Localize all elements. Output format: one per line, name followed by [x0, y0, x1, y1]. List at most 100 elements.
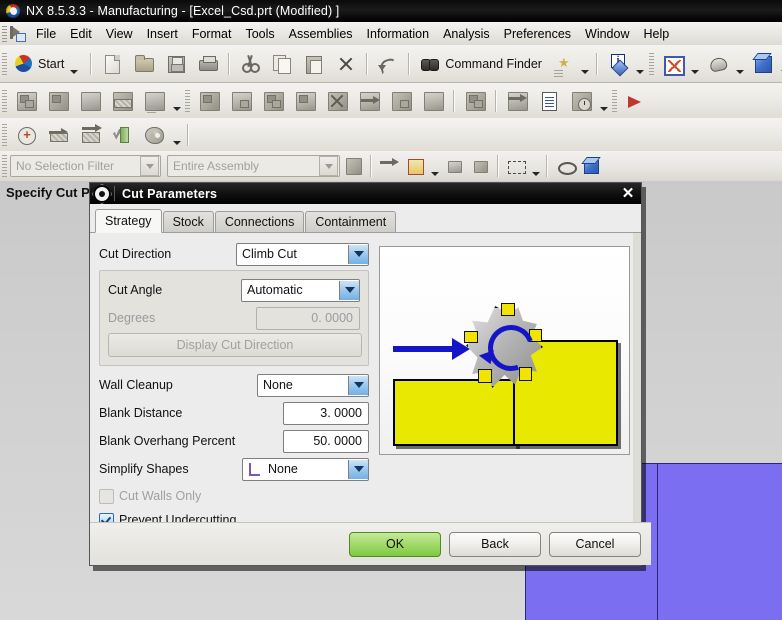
create-operation-icon[interactable] [139, 86, 169, 115]
fit-view-icon[interactable] [658, 49, 688, 78]
list-toolpath-icon[interactable] [290, 86, 320, 115]
tab-stock[interactable]: Stock [162, 211, 214, 232]
shaded-body-icon[interactable] [579, 153, 603, 179]
toolbar-grip[interactable] [2, 89, 7, 112]
snap-edge-icon[interactable] [468, 153, 492, 179]
command-finder-button[interactable]: Command Finder [414, 48, 547, 79]
fit-chevron-down-icon[interactable] [690, 50, 701, 78]
cut-region-icon[interactable] [418, 86, 448, 115]
create-geometry-icon[interactable] [75, 86, 105, 115]
simplify-shapes-dropdown[interactable]: None [242, 457, 369, 481]
create-method-icon[interactable] [107, 86, 137, 115]
paste-icon[interactable] [299, 49, 329, 78]
simplify-shapes-chevron-down-icon[interactable] [348, 459, 368, 479]
delete-icon[interactable] [331, 49, 361, 78]
post-process-icon[interactable] [621, 86, 651, 115]
toolpath-info-icon[interactable] [386, 86, 416, 115]
close-icon[interactable]: ✕ [615, 183, 641, 204]
menu-item-assemblies[interactable]: Assemblies [282, 24, 360, 44]
rotate-view-icon[interactable] [703, 49, 733, 78]
menu-item-window[interactable]: Window [578, 24, 636, 44]
generate-toolpath-icon[interactable] [194, 86, 224, 115]
selection-scope-chevron-down-icon[interactable] [319, 156, 338, 176]
print-icon[interactable] [193, 49, 223, 78]
toolbar-grip[interactable] [185, 89, 190, 112]
dialog-title-bar[interactable]: Cut Parameters ✕ [90, 183, 641, 204]
menu-item-edit[interactable]: Edit [63, 24, 99, 44]
snap-curve-icon[interactable] [442, 153, 466, 179]
menu-item-insert[interactable]: Insert [140, 24, 185, 44]
selection-filter-chevron-down-icon[interactable] [140, 156, 159, 176]
wall-cleanup-chevron-down-icon[interactable] [348, 375, 368, 395]
simulate-icon[interactable] [566, 86, 596, 115]
rotate-chevron-down-icon[interactable] [735, 50, 746, 78]
toolbar-grip[interactable] [2, 155, 7, 177]
replay-toolpath-icon[interactable] [258, 86, 288, 115]
cut-direction-dropdown[interactable]: Climb Cut [236, 242, 369, 266]
machine-code-icon[interactable] [502, 86, 532, 115]
start-chevron-down-icon[interactable] [68, 50, 79, 78]
cancel-button[interactable]: Cancel [549, 531, 641, 557]
simulate-chevron-down-icon[interactable] [598, 87, 609, 115]
back-button[interactable]: Back [449, 531, 541, 557]
rectangle-select-chevron-down-icon[interactable] [530, 152, 541, 180]
tab-connections[interactable]: Connections [214, 211, 305, 232]
copy-icon[interactable] [267, 49, 297, 78]
menu-item-file[interactable]: File [29, 24, 63, 44]
datum-point-icon[interactable] [11, 120, 41, 149]
toolbar-grip[interactable] [612, 89, 617, 112]
toolbar-grip[interactable] [2, 123, 7, 146]
create-chevron-down-icon[interactable] [171, 87, 182, 115]
selection-filter-dropdown[interactable]: No Selection Filter [10, 155, 161, 177]
blank-overhang-percent-input[interactable]: 50. 0000 [283, 429, 369, 453]
extrude-icon[interactable] [43, 120, 73, 149]
save-icon[interactable] [161, 49, 191, 78]
menu-item-view[interactable]: View [99, 24, 140, 44]
start-menu-button[interactable]: Start [10, 48, 86, 79]
cut-icon[interactable] [235, 49, 265, 78]
palette-chevron-down-icon[interactable] [171, 121, 182, 149]
ok-button[interactable]: OK [349, 531, 441, 557]
verify-toolpath-icon[interactable] [226, 86, 256, 115]
face-select-chevron-down-icon[interactable] [429, 152, 440, 180]
dialog-scrollbar[interactable] [633, 233, 641, 532]
selection-scope-dropdown[interactable]: Entire Assembly [167, 155, 340, 177]
cut-angle-dropdown[interactable]: Automatic [241, 278, 360, 302]
menu-item-analysis[interactable]: Analysis [436, 24, 497, 44]
hide-icon[interactable] [553, 153, 577, 179]
selection-priority-icon[interactable] [341, 153, 365, 179]
palette-icon[interactable] [139, 120, 169, 149]
wall-cleanup-dropdown[interactable]: None [257, 373, 369, 397]
undo-icon[interactable] [373, 49, 403, 78]
toolbar-grip[interactable] [2, 52, 7, 75]
snap-point-icon[interactable] [377, 153, 401, 179]
favorites-star-icon[interactable]: ★ [548, 49, 578, 78]
shaded-view-icon[interactable] [748, 49, 778, 78]
menu-item-help[interactable]: Help [637, 24, 677, 44]
menu-item-preferences[interactable]: Preferences [497, 24, 578, 44]
tab-strategy[interactable]: Strategy [95, 209, 162, 233]
menu-item-information[interactable]: Information [360, 24, 437, 44]
tab-containment[interactable]: Containment [305, 211, 397, 232]
create-program-icon[interactable] [11, 86, 41, 115]
delete-toolpath-icon[interactable] [322, 86, 352, 115]
blank-distance-input[interactable]: 3. 0000 [283, 401, 369, 425]
compare-toolpath-icon[interactable] [460, 86, 490, 115]
face-select-icon[interactable] [403, 153, 427, 179]
menu-item-format[interactable]: Format [185, 24, 239, 44]
blank-icon[interactable] [75, 120, 105, 149]
info-icon[interactable]: i [603, 49, 633, 78]
menu-item-tools[interactable]: Tools [238, 24, 281, 44]
info-chevron-down-icon[interactable] [635, 50, 646, 78]
transform-toolpath-icon[interactable] [354, 86, 384, 115]
shop-documentation-icon[interactable] [534, 86, 564, 115]
rectangle-select-icon[interactable] [504, 153, 528, 179]
cut-angle-chevron-down-icon[interactable] [339, 280, 359, 300]
create-tool-icon[interactable] [43, 86, 73, 115]
favorites-chevron-down-icon[interactable] [580, 50, 591, 78]
cut-direction-chevron-down-icon[interactable] [348, 244, 368, 264]
open-file-icon[interactable] [129, 49, 159, 78]
menu-bar-grip[interactable] [2, 25, 7, 42]
new-file-icon[interactable] [97, 49, 127, 78]
check-icon[interactable] [107, 120, 137, 149]
